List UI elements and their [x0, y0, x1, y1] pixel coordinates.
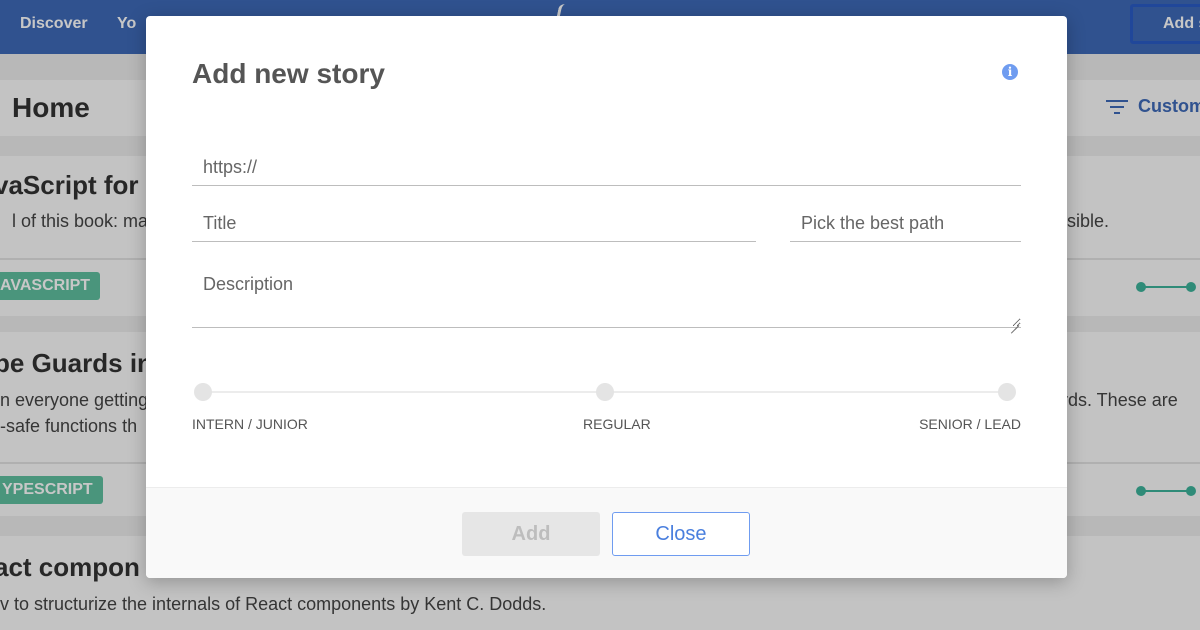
slider-stop-junior[interactable]	[194, 383, 212, 401]
add-button[interactable]: Add	[462, 512, 600, 556]
level-label-junior: INTERN / JUNIOR	[192, 416, 308, 432]
add-story-modal: Add new story i INTERN / JUNIOR REGULAR …	[146, 16, 1067, 578]
path-select[interactable]	[790, 206, 1021, 242]
close-button[interactable]: Close	[612, 512, 750, 556]
info-icon[interactable]: i	[1002, 64, 1018, 80]
modal-footer: Add Close	[146, 487, 1067, 578]
level-slider[interactable]	[194, 382, 1020, 402]
slider-stop-senior[interactable]	[998, 383, 1016, 401]
url-input[interactable]	[192, 150, 1021, 186]
level-label-senior: SENIOR / LEAD	[919, 416, 1021, 432]
slider-stop-regular[interactable]	[596, 383, 614, 401]
description-textarea[interactable]	[192, 268, 1021, 328]
modal-title: Add new story	[192, 58, 385, 89]
level-label-regular: REGULAR	[583, 416, 651, 432]
title-input[interactable]	[192, 206, 756, 242]
resize-handle-icon[interactable]	[1011, 318, 1019, 326]
